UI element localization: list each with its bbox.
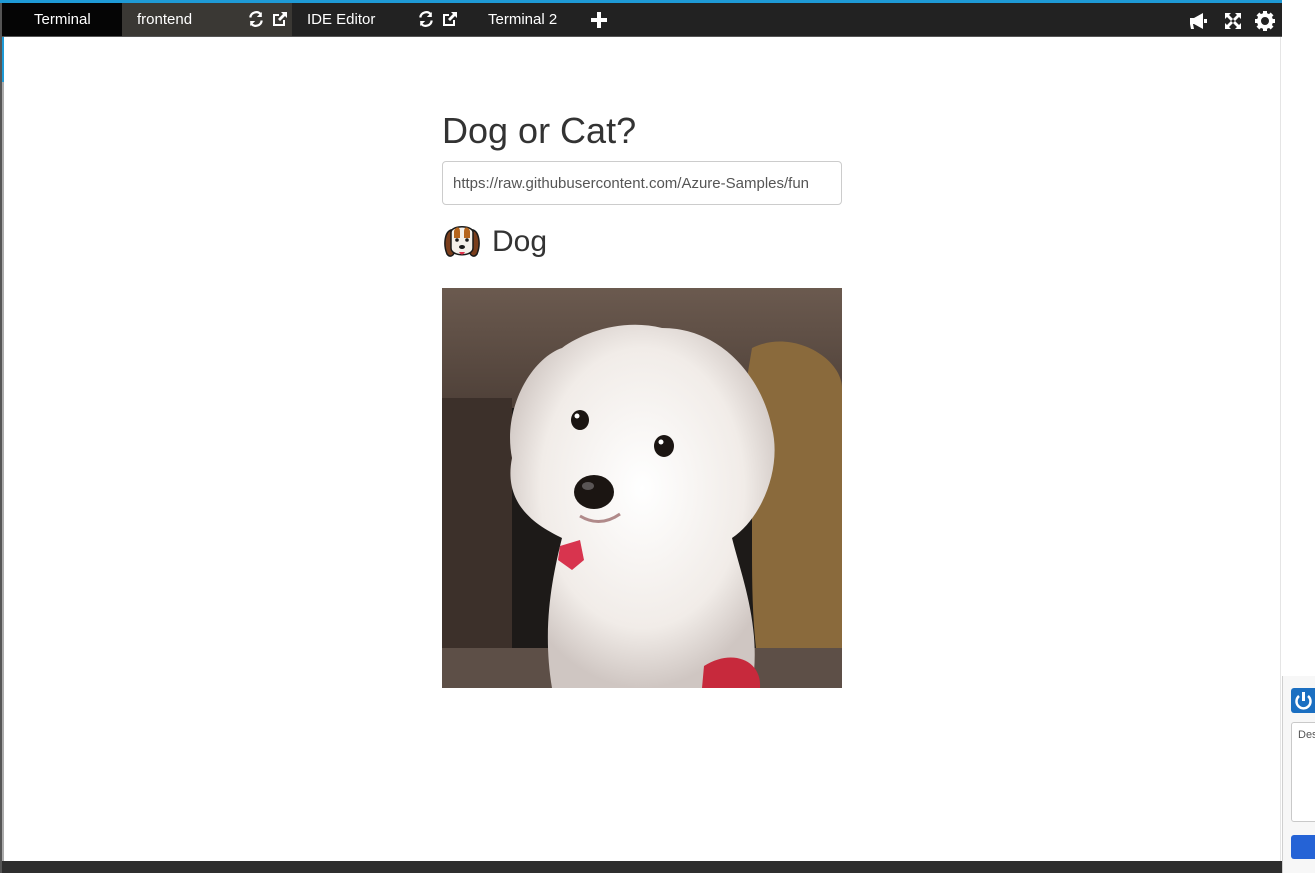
tab-terminal[interactable]: Terminal: [2, 3, 122, 36]
page-title: Dog or Cat?: [442, 110, 637, 151]
tab-ide-editor-label: IDE Editor: [307, 11, 376, 28]
tab-terminal-2-label: Terminal 2: [488, 11, 558, 28]
megaphone-icon[interactable]: [1187, 10, 1209, 32]
feedback-textarea[interactable]: Des: [1291, 722, 1315, 822]
feedback-placeholder: Des: [1298, 729, 1315, 741]
power-icon[interactable]: [1291, 688, 1315, 713]
tab-ide-editor[interactable]: IDE Editor: [292, 3, 467, 36]
tab-terminal-label: Terminal: [34, 11, 91, 28]
dog-face-icon: [444, 226, 480, 257]
fullscreen-icon[interactable]: [1222, 10, 1244, 32]
frame-focus-marker: [2, 37, 4, 82]
external-link-icon[interactable]: [272, 11, 288, 27]
refresh-icon[interactable]: [248, 11, 264, 27]
gear-icon[interactable]: [1254, 10, 1276, 32]
feedback-widget: Des: [1282, 676, 1315, 873]
add-tab-icon[interactable]: [589, 10, 609, 30]
image-url-input[interactable]: [442, 161, 842, 205]
refresh-icon[interactable]: [418, 11, 434, 27]
external-link-icon[interactable]: [442, 11, 458, 27]
bottom-status-bar: [2, 861, 1282, 873]
feedback-submit-button[interactable]: [1291, 835, 1315, 859]
dog-photo: [442, 288, 842, 688]
prediction-label: Dog: [492, 225, 548, 258]
tab-bar: Terminal frontend IDE Editor Terminal 2: [2, 3, 1282, 37]
tab-frontend-label: frontend: [137, 11, 193, 28]
tab-terminal-2[interactable]: Terminal 2: [467, 3, 577, 36]
tab-frontend[interactable]: frontend: [122, 3, 292, 36]
